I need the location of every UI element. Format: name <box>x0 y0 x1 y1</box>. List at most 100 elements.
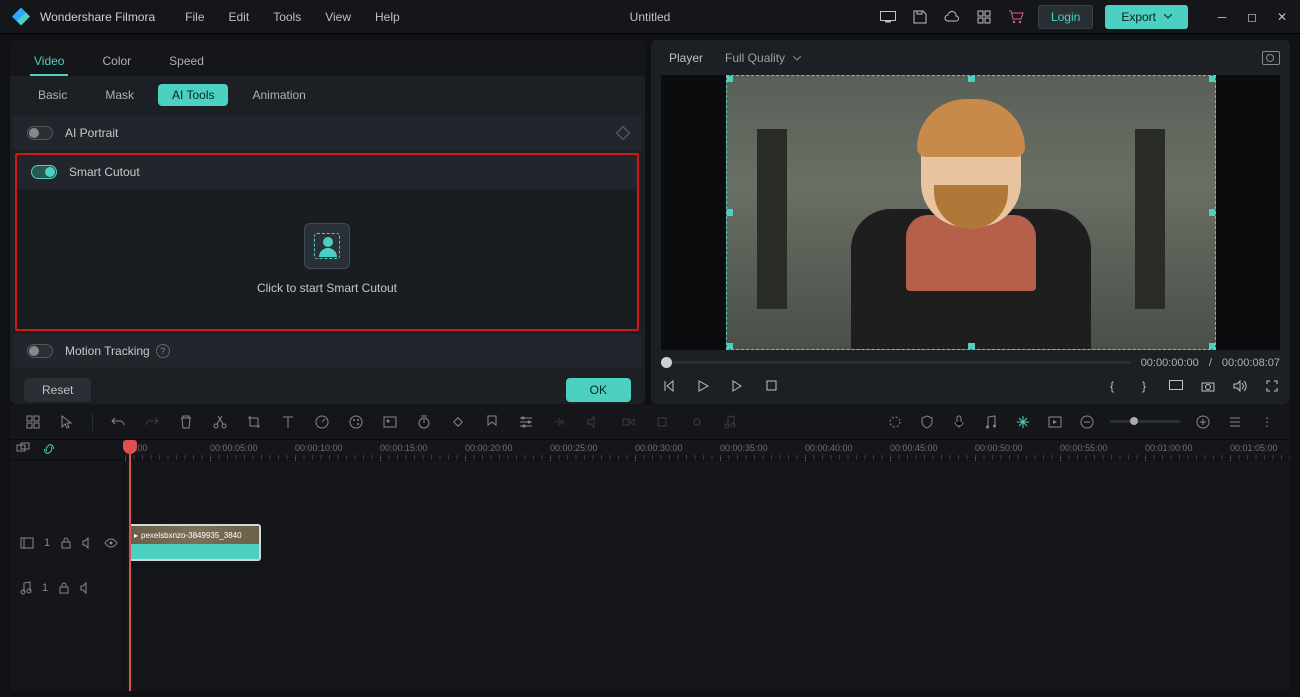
smart-cutout-start-button[interactable] <box>304 223 350 269</box>
adjust-icon[interactable] <box>517 413 535 431</box>
resize-handle[interactable] <box>726 343 733 350</box>
cart-icon[interactable] <box>1006 7 1026 27</box>
time-ruler[interactable]: 00:0000:00:05:0000:00:10:0000:00:15:0000… <box>125 440 1290 460</box>
audio-mixer-icon[interactable] <box>982 413 1000 431</box>
smart-cutout-label: Smart Cutout <box>69 165 140 179</box>
clip-name: pexelsbxnzo-3849935_3840 <box>141 531 242 540</box>
close-button[interactable]: ✕ <box>1272 7 1292 27</box>
speed-icon[interactable] <box>313 413 331 431</box>
resize-handle[interactable] <box>1209 209 1216 216</box>
split-icon[interactable] <box>211 413 229 431</box>
quality-dropdown[interactable]: Full Quality <box>725 51 801 65</box>
fullscreen-icon[interactable] <box>1264 378 1280 394</box>
lock-icon[interactable] <box>60 537 72 549</box>
mute-icon[interactable] <box>82 537 94 549</box>
keyframe-icon[interactable] <box>616 126 630 140</box>
mic-icon[interactable] <box>950 413 968 431</box>
subtab-ai-tools[interactable]: AI Tools <box>158 84 228 106</box>
menu-help[interactable]: Help <box>375 10 400 24</box>
marker-icon[interactable] <box>483 413 501 431</box>
menu-view[interactable]: View <box>325 10 351 24</box>
ok-button[interactable]: OK <box>566 378 631 402</box>
preview-viewport[interactable] <box>661 75 1280 350</box>
greenscreen-icon[interactable] <box>381 413 399 431</box>
shield-icon[interactable] <box>918 413 936 431</box>
mark-out-icon[interactable]: } <box>1136 378 1152 394</box>
subtab-mask[interactable]: Mask <box>91 84 148 106</box>
save-icon[interactable] <box>910 7 930 27</box>
resize-handle[interactable] <box>726 209 733 216</box>
zoom-in-icon[interactable] <box>1194 413 1212 431</box>
subtab-basic[interactable]: Basic <box>24 84 81 106</box>
tab-video[interactable]: Video <box>30 48 68 76</box>
video-track[interactable]: ▸pexelsbxnzo-3849935_3840 <box>125 520 1290 565</box>
delete-icon[interactable] <box>177 413 195 431</box>
resize-handle[interactable] <box>968 343 975 350</box>
scrub-track[interactable] <box>661 361 1131 364</box>
playhead[interactable] <box>129 440 131 691</box>
video-clip[interactable]: ▸pexelsbxnzo-3849935_3840 <box>129 524 261 561</box>
cloud-icon[interactable] <box>942 7 962 27</box>
resize-handle[interactable] <box>1209 343 1216 350</box>
display-icon[interactable] <box>1168 378 1184 394</box>
zoom-out-icon[interactable] <box>1078 413 1096 431</box>
resize-handle[interactable] <box>968 75 975 82</box>
crop-icon[interactable] <box>245 413 263 431</box>
ai-portrait-toggle[interactable] <box>27 126 53 140</box>
list-view-icon[interactable] <box>1226 413 1244 431</box>
ruler-mark: 00:00:30:00 <box>635 443 683 453</box>
play-icon[interactable] <box>695 378 711 394</box>
grid-icon[interactable] <box>24 413 42 431</box>
speedramp-icon[interactable] <box>415 413 433 431</box>
resize-handle[interactable] <box>726 75 733 82</box>
auto-beat-icon[interactable] <box>1014 413 1032 431</box>
snapshot-icon[interactable] <box>1262 51 1280 65</box>
smart-cutout-toggle[interactable] <box>31 165 57 179</box>
keyframe-icon[interactable] <box>449 413 467 431</box>
audio-track[interactable] <box>125 565 1290 610</box>
link-icon[interactable] <box>42 442 58 458</box>
timeline: ⋮ 1 1 <box>10 404 1290 691</box>
tab-color[interactable]: Color <box>98 48 135 76</box>
text-icon[interactable] <box>279 413 297 431</box>
reset-button[interactable]: Reset <box>24 378 91 402</box>
screen-recorder-icon[interactable] <box>878 7 898 27</box>
resize-handle[interactable] <box>1209 75 1216 82</box>
apps-icon[interactable] <box>974 7 994 27</box>
motion-tracking-toggle[interactable] <box>27 344 53 358</box>
menu-file[interactable]: File <box>185 10 204 24</box>
stop-icon[interactable] <box>763 378 779 394</box>
color-icon[interactable] <box>347 413 365 431</box>
overlap-icon[interactable] <box>16 442 32 458</box>
help-icon[interactable]: ? <box>156 344 170 358</box>
next-frame-icon[interactable] <box>729 378 745 394</box>
undo-icon[interactable] <box>109 413 127 431</box>
ruler-mark: 00:00:55:00 <box>1060 443 1108 453</box>
effects-icon[interactable] <box>886 413 904 431</box>
more-icon[interactable]: ⋮ <box>1258 413 1276 431</box>
cursor-icon[interactable] <box>58 413 76 431</box>
lock-icon[interactable] <box>58 582 70 594</box>
export-button[interactable]: Export <box>1105 5 1188 29</box>
music-icon <box>721 413 739 431</box>
subtab-animation[interactable]: Animation <box>238 84 319 106</box>
person-cutout-icon <box>314 233 340 259</box>
render-icon[interactable] <box>1046 413 1064 431</box>
tab-speed[interactable]: Speed <box>165 48 208 76</box>
menu-tools[interactable]: Tools <box>273 10 301 24</box>
camera-icon[interactable] <box>1200 378 1216 394</box>
mark-in-icon[interactable]: { <box>1104 378 1120 394</box>
login-button[interactable]: Login <box>1038 5 1093 29</box>
tracks-area[interactable]: 00:0000:00:05:0000:00:10:0000:00:15:0000… <box>125 440 1290 691</box>
scrub-thumb[interactable] <box>661 357 672 368</box>
eye-icon[interactable] <box>104 538 118 548</box>
prev-frame-icon[interactable] <box>661 378 677 394</box>
menu-edit[interactable]: Edit <box>229 10 250 24</box>
preview-frame[interactable] <box>726 75 1216 350</box>
player-controls: { } <box>661 375 1280 396</box>
maximize-button[interactable]: ◻ <box>1242 7 1262 27</box>
minimize-button[interactable]: ─ <box>1212 7 1232 27</box>
volume-icon[interactable] <box>1232 378 1248 394</box>
zoom-slider[interactable] <box>1110 420 1180 423</box>
mute-icon[interactable] <box>80 582 92 594</box>
